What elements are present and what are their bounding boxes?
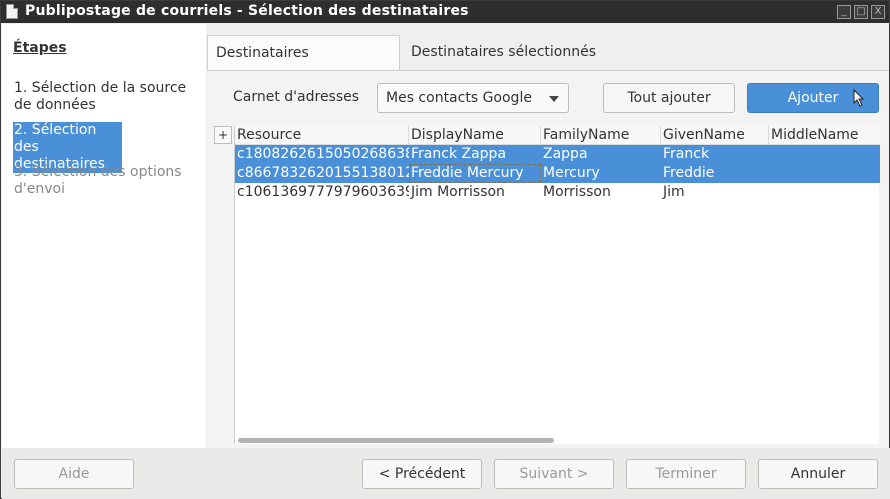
mail-merge-dialog: Publipostage de courriels - Sélection de… xyxy=(0,0,890,499)
cell-displayname: Jim Morrisson xyxy=(411,184,505,200)
finish-button[interactable]: Terminer xyxy=(626,459,746,489)
steps-heading: Étapes xyxy=(13,40,67,56)
close-button[interactable]: X xyxy=(871,5,885,19)
previous-button[interactable]: < Précédent xyxy=(362,459,482,489)
addressbook-selected-value: Mes contacts Google xyxy=(386,90,532,106)
contacts-grid-area: + Resource DisplayName FamilyName GivenN… xyxy=(214,126,880,444)
minimize-button[interactable]: _ xyxy=(837,5,851,19)
addressbook-label: Carnet d'adresses xyxy=(233,89,360,105)
add-column-button[interactable]: + xyxy=(214,126,232,144)
horizontal-scrollbar[interactable] xyxy=(238,438,554,443)
cell-resource: c1808262615050268638 xyxy=(237,146,409,162)
column-header-familyname[interactable]: FamilyName xyxy=(541,126,661,145)
add-all-button[interactable]: Tout ajouter xyxy=(603,83,735,113)
cell-familyname: Mercury xyxy=(543,165,600,181)
step-data-source[interactable]: 1. Sélection de la source de données xyxy=(13,80,199,114)
cell-displayname: Freddie Mercury xyxy=(409,164,541,183)
table-header: Resource DisplayName FamilyName GivenNam… xyxy=(235,126,880,145)
document-icon xyxy=(6,4,18,19)
column-header-displayname[interactable]: DisplayName xyxy=(409,126,541,145)
table-row[interactable]: c1808262615050268638 Franck Zappa Zappa … xyxy=(235,145,880,164)
cell-familyname: Zappa xyxy=(543,146,588,162)
step-send-options: 3. Sélection des options d'envoi xyxy=(14,164,182,197)
cell-familyname: Morrisson xyxy=(543,184,611,200)
recipient-tabs: Destinataires disponibles Destinataires … xyxy=(207,35,889,95)
mouse-pointer-icon xyxy=(853,89,865,107)
maximize-button[interactable]: □ xyxy=(854,5,868,19)
cell-resource: c1061369777979603639 xyxy=(237,184,409,200)
window-title: Publipostage de courriels - Sélection de… xyxy=(25,3,469,19)
table-row[interactable]: c1061369777979603639 Jim Morrisson Morri… xyxy=(235,183,880,202)
help-button[interactable]: Aide xyxy=(14,459,134,489)
cell-middlename xyxy=(769,164,880,183)
title-bar[interactable]: Publipostage de courriels - Sélection de… xyxy=(1,1,889,23)
chevron-down-icon xyxy=(549,96,559,102)
contacts-table[interactable]: Resource DisplayName FamilyName GivenNam… xyxy=(234,126,880,444)
cell-resource: c8667832620155138012 xyxy=(237,165,409,181)
cell-givenname: Freddie xyxy=(663,165,715,181)
cell-displayname: Franck Zappa xyxy=(411,146,507,162)
column-header-givenname[interactable]: GivenName xyxy=(661,126,769,145)
cancel-button[interactable]: Annuler xyxy=(758,459,878,489)
cell-middlename xyxy=(769,145,880,164)
table-row[interactable]: c8667832620155138012 Freddie Mercury Mer… xyxy=(235,164,880,183)
next-button[interactable]: Suivant > xyxy=(494,459,614,489)
cell-middlename xyxy=(769,183,880,202)
tab-available-recipients[interactable]: Destinataires disponibles xyxy=(207,35,400,95)
cell-givenname: Franck xyxy=(663,146,710,162)
column-header-resource[interactable]: Resource xyxy=(235,126,409,145)
column-header-middlename[interactable]: MiddleName xyxy=(769,126,880,145)
tab-selected-recipients[interactable]: Destinataires sélectionnés xyxy=(403,35,604,71)
addressbook-select[interactable]: Mes contacts Google xyxy=(377,83,569,113)
cell-givenname: Jim xyxy=(663,184,685,200)
steps-sidebar: Étapes 1. Sélection de la source de donn… xyxy=(2,24,206,448)
